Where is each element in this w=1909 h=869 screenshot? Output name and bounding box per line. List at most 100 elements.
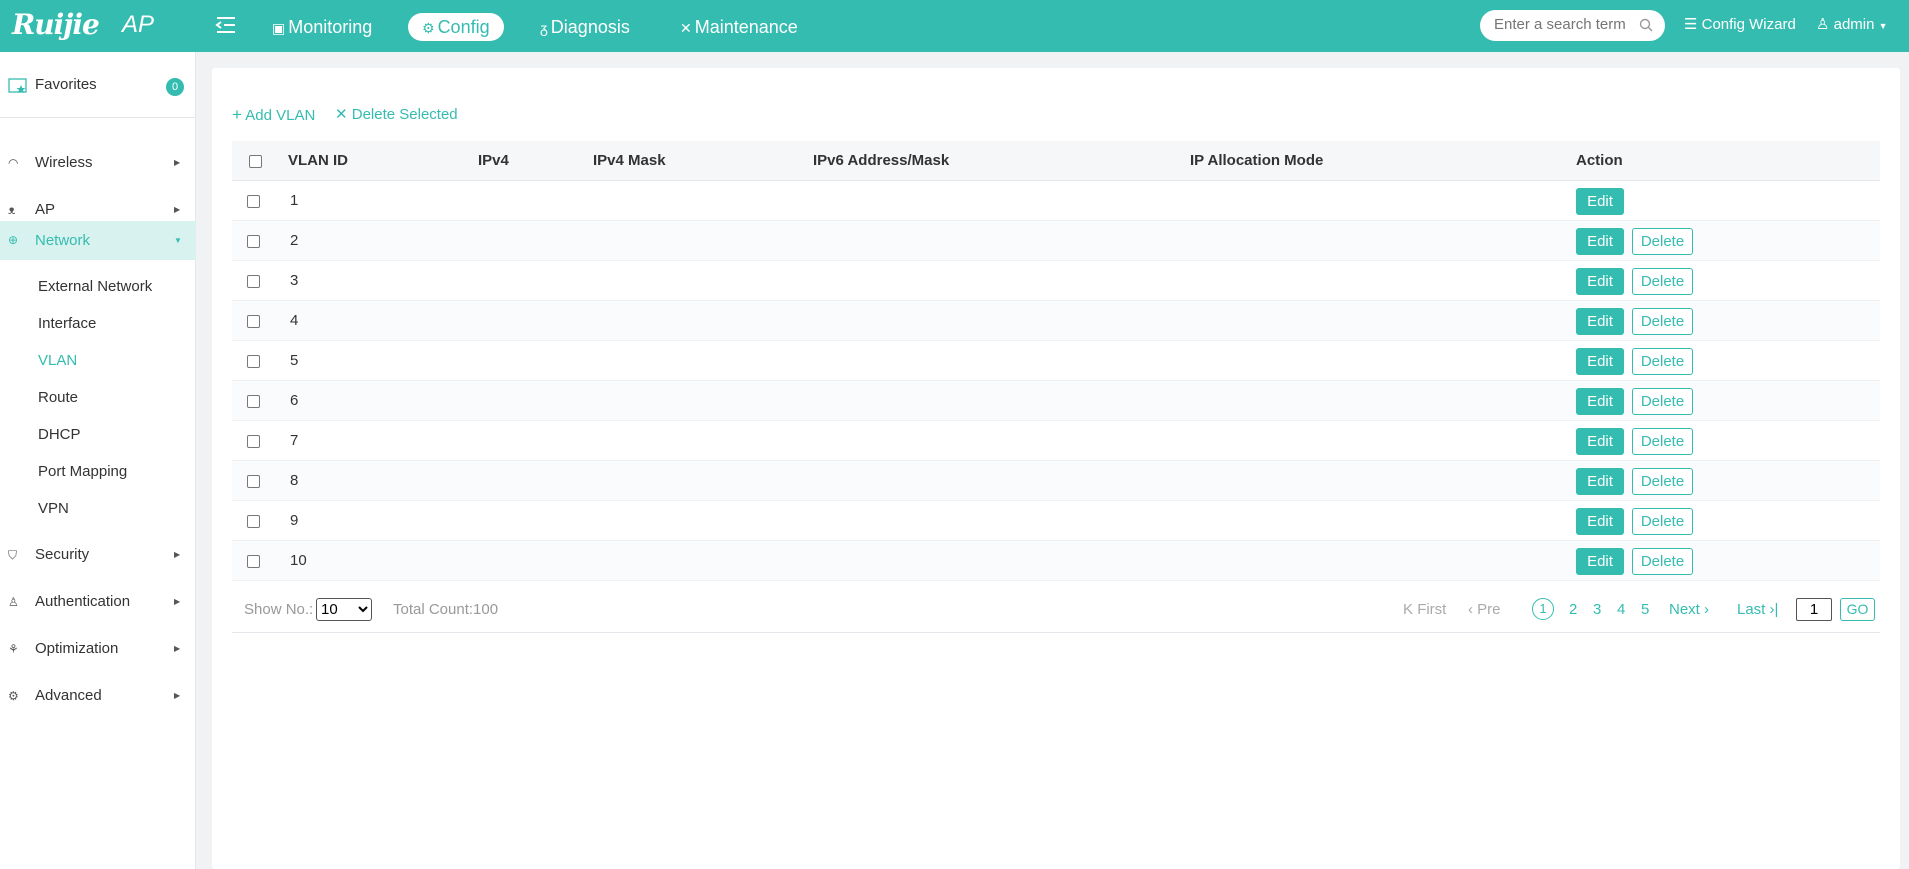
subnav-vpn[interactable]: VPN: [38, 499, 69, 519]
row-checkbox[interactable]: [247, 435, 260, 448]
globe-icon: ⊕: [8, 233, 19, 247]
page-1-current[interactable]: 1: [1532, 598, 1554, 620]
delete-button[interactable]: Delete: [1632, 428, 1693, 455]
edit-button[interactable]: Edit: [1576, 228, 1624, 255]
row-checkbox[interactable]: [247, 515, 260, 528]
delete-button[interactable]: Delete: [1632, 308, 1693, 335]
config-wizard-link[interactable]: ☰ Config Wizard: [1684, 15, 1796, 33]
col-ipv6[interactable]: IPv6 Address/Mask: [813, 152, 949, 169]
user-menu[interactable]: ♙ admin ▼: [1816, 15, 1888, 33]
sidebar-item-security[interactable]: ⛉ Security ▶: [0, 537, 196, 573]
row-checkbox[interactable]: [247, 275, 260, 288]
delete-selected-button[interactable]: ✕ Delete Selected: [335, 105, 458, 123]
delete-button[interactable]: Delete: [1632, 388, 1693, 415]
sidebar-item-network[interactable]: ⊕ Network ▼: [0, 221, 196, 260]
chevron-right-icon: ▶: [174, 644, 181, 653]
row-checkbox[interactable]: [247, 475, 260, 488]
delete-button[interactable]: Delete: [1632, 228, 1693, 255]
edit-button[interactable]: Edit: [1576, 348, 1624, 375]
subnav-port-mapping[interactable]: Port Mapping: [38, 462, 127, 482]
edit-button[interactable]: Edit: [1576, 188, 1624, 215]
next-page-button[interactable]: Next ›: [1669, 601, 1709, 618]
row-checkbox[interactable]: [247, 195, 260, 208]
favorites-icon: [8, 78, 27, 93]
top-bar: Ruijie AP ▣ Monitoring ⚙ Config ᵹ Diagnosis…: [0, 0, 1909, 52]
monitor-icon: ▣: [272, 20, 286, 36]
edit-button[interactable]: Edit: [1576, 468, 1624, 495]
go-button[interactable]: GO: [1840, 598, 1875, 621]
chevron-right-icon: ▶: [174, 597, 181, 606]
sidebar-item-wireless[interactable]: ◠ Wireless ▶: [0, 145, 196, 181]
sidebar-item-advanced[interactable]: ⚙ Advanced ▶: [0, 678, 196, 714]
nav-diagnosis[interactable]: ᵹ Diagnosis: [526, 13, 644, 41]
table-row: 3 Edit Delete: [232, 261, 1880, 301]
nav-monitoring[interactable]: ▣ Monitoring: [258, 13, 386, 41]
page-size-select[interactable]: 10: [316, 598, 372, 621]
edit-button[interactable]: Edit: [1576, 548, 1624, 575]
delete-button[interactable]: Delete: [1632, 468, 1693, 495]
plus-icon: +: [232, 105, 242, 124]
edit-button[interactable]: Edit: [1576, 388, 1624, 415]
close-icon: ✕: [335, 106, 348, 123]
main-panel: + Add VLAN ✕ Delete Selected VLAN ID IPv…: [212, 68, 1900, 869]
row-checkbox[interactable]: [247, 315, 260, 328]
row-checkbox[interactable]: [247, 555, 260, 568]
col-ipv4-mask[interactable]: IPv4 Mask: [593, 152, 666, 169]
subnav-external-network[interactable]: External Network: [38, 277, 152, 297]
add-vlan-button[interactable]: + Add VLAN: [232, 105, 315, 125]
subnav-route[interactable]: Route: [38, 388, 78, 408]
edit-button[interactable]: Edit: [1576, 428, 1624, 455]
vlan-id-cell: 4: [290, 312, 299, 329]
first-page-button[interactable]: K First: [1403, 601, 1446, 618]
edit-button[interactable]: Edit: [1576, 308, 1624, 335]
brand-logo[interactable]: Ruijie: [12, 8, 100, 41]
favorites-item[interactable]: Favorites 0: [0, 52, 196, 118]
show-no-label: Show No.:: [244, 601, 314, 618]
menu-collapse-icon[interactable]: [215, 14, 237, 36]
goto-page-input[interactable]: [1796, 598, 1832, 621]
col-action: Action: [1576, 152, 1623, 169]
delete-button[interactable]: Delete: [1632, 508, 1693, 535]
favorites-label: Favorites: [35, 76, 97, 93]
stethoscope-icon: ᵹ: [540, 20, 548, 36]
nav-maintenance[interactable]: ✕ Maintenance: [666, 13, 812, 41]
subnav-interface[interactable]: Interface: [38, 314, 96, 334]
shield-icon: ⛉: [8, 548, 18, 562]
chevron-right-icon: ▶: [174, 691, 181, 700]
edit-button[interactable]: Edit: [1576, 268, 1624, 295]
table-row: 2 Edit Delete: [232, 221, 1880, 261]
vlan-id-cell: 5: [290, 352, 299, 369]
col-ip-allocation-mode[interactable]: IP Allocation Mode: [1190, 152, 1323, 169]
sliders-icon: ☰: [1684, 16, 1698, 33]
search-icon[interactable]: [1639, 18, 1653, 32]
nav-config[interactable]: ⚙ Config: [408, 13, 504, 41]
page-2[interactable]: 2: [1569, 601, 1577, 618]
edit-button[interactable]: Edit: [1576, 508, 1624, 535]
select-all-checkbox[interactable]: [249, 155, 262, 168]
chevron-right-icon: ›: [1704, 601, 1710, 618]
page-3[interactable]: 3: [1593, 601, 1601, 618]
delete-button[interactable]: Delete: [1632, 268, 1693, 295]
delete-button[interactable]: Delete: [1632, 548, 1693, 575]
prev-page-button[interactable]: ‹ Pre: [1468, 601, 1501, 618]
delete-button[interactable]: Delete: [1632, 348, 1693, 375]
optimization-icon: ⚘: [8, 642, 19, 656]
col-ipv4[interactable]: IPv4: [478, 152, 509, 169]
search-input[interactable]: [1494, 16, 1634, 33]
row-checkbox[interactable]: [247, 235, 260, 248]
sidebar-item-optimization[interactable]: ⚘ Optimization ▶: [0, 631, 196, 667]
subnav-vlan[interactable]: VLAN: [38, 351, 77, 371]
chevron-right-icon: ▶: [174, 550, 181, 559]
vlan-id-cell: 6: [290, 392, 299, 409]
page-4[interactable]: 4: [1617, 601, 1625, 618]
row-checkbox[interactable]: [247, 395, 260, 408]
vlan-id-cell: 10: [290, 552, 307, 569]
last-page-button[interactable]: Last ›|: [1737, 601, 1778, 618]
row-checkbox[interactable]: [247, 355, 260, 368]
subnav-dhcp[interactable]: DHCP: [38, 425, 81, 445]
sidebar-item-authentication[interactable]: ♙ Authentication ▶: [0, 584, 196, 620]
product-name: AP: [122, 11, 155, 38]
vlan-id-cell: 3: [290, 272, 299, 289]
col-vlan-id[interactable]: VLAN ID: [288, 152, 348, 169]
page-5[interactable]: 5: [1641, 601, 1649, 618]
